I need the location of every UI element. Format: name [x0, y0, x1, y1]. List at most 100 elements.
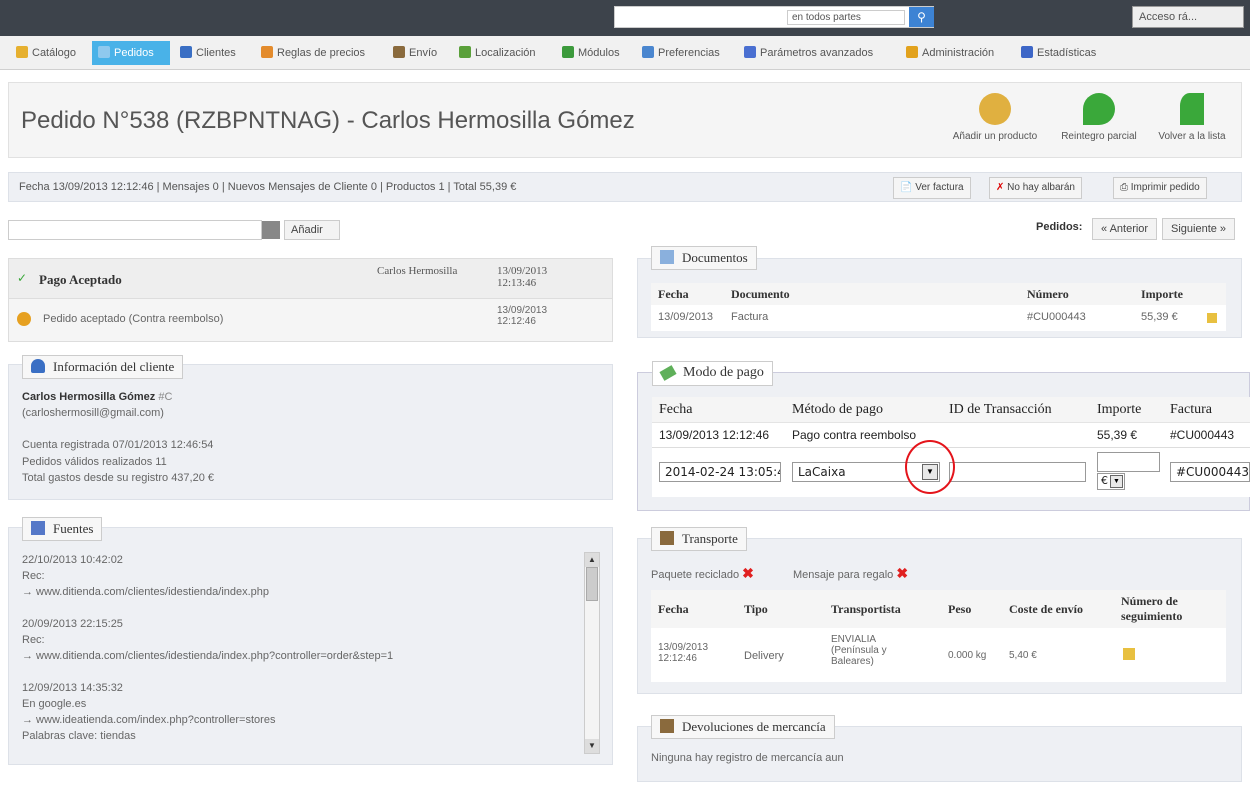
- col-method: Método de pago: [792, 402, 883, 417]
- scroll-thumb[interactable]: [586, 567, 598, 601]
- menu-item-orders[interactable]: Pedidos: [92, 41, 170, 65]
- currency-chevron-icon[interactable]: ▼: [1110, 475, 1123, 488]
- search-icon[interactable]: ⚲: [909, 7, 934, 27]
- status-current-employee: Carlos Hermosilla: [377, 265, 458, 277]
- add-product-button[interactable]: Añadir un producto: [945, 93, 1045, 142]
- source-date-3: 12/09/2013 14:35:32: [22, 682, 123, 694]
- transport-header: Fecha Tipo Transportista Peso Coste de e…: [651, 590, 1226, 628]
- payment-row: 13/09/2013 12:12:46 Pago contra reembols…: [652, 423, 1250, 447]
- orders-icon: [98, 46, 110, 58]
- payment-invoice-select[interactable]: #CU000443: [1170, 462, 1250, 482]
- customer-valid-orders: Pedidos válidos realizados 11: [22, 456, 167, 468]
- col-date: Fecha: [659, 402, 693, 417]
- truck-icon: [660, 531, 674, 545]
- source-link-3[interactable]: → www.ideatienda.com/index.php?controlle…: [22, 714, 275, 726]
- print-order-button[interactable]: ⎙ Imprimir pedido: [1113, 177, 1207, 199]
- shipping-icon: [393, 46, 405, 58]
- recycled-package: Paquete reciclado ✖: [651, 565, 754, 581]
- main-menu: Catálogo Pedidos Clientes Reglas de prec…: [0, 36, 1250, 70]
- sources-legend: Fuentes: [22, 517, 103, 541]
- administration-icon: [906, 46, 918, 58]
- payment-divider: [652, 447, 1250, 448]
- source-date-2: 20/09/2013 22:15:25: [22, 618, 123, 630]
- source-line-3a: En google.es: [22, 698, 87, 710]
- edit-tracking-icon[interactable]: [1123, 648, 1135, 660]
- menu-item-customers[interactable]: Clientes: [174, 41, 242, 65]
- order-accepted-icon: [17, 312, 31, 326]
- payment-amount: 55,39 €: [1097, 428, 1138, 442]
- scroll-down-icon[interactable]: ▼: [585, 739, 599, 753]
- search-input[interactable]: en todos partes ⚲: [614, 6, 934, 28]
- orders-nav-label: Pedidos:: [1036, 221, 1083, 233]
- partial-refund-button[interactable]: Reintegro parcial: [1049, 93, 1149, 142]
- menu-item-advanced-params[interactable]: Parámetros avanzados: [738, 41, 879, 65]
- customer-total-spent: Total gastos desde su registro 437,20 €: [22, 472, 215, 484]
- add-button[interactable]: Añadir: [284, 220, 340, 240]
- order-info-bar: Fecha 13/09/2013 12:12:46 | Mensajes 0 |…: [8, 172, 1242, 202]
- menu-item-catalog[interactable]: Catálogo: [10, 41, 82, 65]
- customer-name: Carlos Hermosilla Gómez: [22, 391, 156, 403]
- prev-order-button[interactable]: « Anterior: [1092, 218, 1158, 240]
- menu-item-modules[interactable]: Módulos: [556, 41, 626, 65]
- customers-icon: [180, 46, 192, 58]
- view-invoice-button[interactable]: 📄 Ver factura: [893, 177, 971, 199]
- documents-legend: Documentos: [651, 246, 757, 270]
- no-icon: ✖: [896, 565, 909, 581]
- transport-legend: Transporte: [651, 527, 747, 551]
- returns-icon: [660, 719, 674, 733]
- delivery-slip-button[interactable]: ✗ No hay albarán: [989, 177, 1082, 199]
- no-delivery-icon: ✗: [996, 182, 1008, 193]
- add-message-input[interactable]: [8, 220, 262, 240]
- source-line-2a: Rec:: [22, 634, 45, 646]
- source-link-1[interactable]: → www.ditienda.com/clientes/idestienda/i…: [22, 586, 269, 598]
- source-link-2[interactable]: → www.ditienda.com/clientes/idestienda/i…: [22, 650, 393, 662]
- annotation-circle: [905, 440, 955, 494]
- order-summary-text: Fecha 13/09/2013 12:12:46 | Mensajes 0 |…: [19, 181, 517, 193]
- menu-item-localization[interactable]: Localización: [453, 41, 542, 65]
- payment-header: Fecha Método de pago ID de Transacción I…: [652, 397, 1250, 423]
- payment-date-input[interactable]: 2014-02-24 13:05:43: [659, 462, 781, 482]
- quick-access-select[interactable]: Acceso rá...: [1132, 6, 1244, 28]
- back-to-list-icon: [1180, 93, 1204, 125]
- menu-item-price-rules[interactable]: Reglas de precios: [255, 41, 371, 65]
- payment-date: 13/09/2013 12:12:46: [659, 428, 770, 442]
- status-prev-date: 13/09/2013 12:12:46: [497, 305, 548, 327]
- documents-table: Fecha Documento Número Importe 13/09/201…: [651, 283, 1226, 331]
- gift-message: Mensaje para regalo ✖: [793, 565, 909, 581]
- customer-name-line: Carlos Hermosilla Gómez #C: [22, 391, 172, 403]
- print-icon: ⎙: [1120, 182, 1131, 193]
- source-date-1: 22/10/2013 10:42:02: [22, 554, 123, 566]
- preferences-icon: [642, 46, 654, 58]
- no-icon: ✖: [742, 565, 754, 581]
- payment-invoice: #CU000443: [1170, 428, 1235, 442]
- back-to-list-button[interactable]: Volver a la lista: [1143, 93, 1241, 142]
- status-current-label: Pago Aceptado: [39, 272, 122, 287]
- price-rules-icon: [261, 46, 273, 58]
- modules-icon: [562, 46, 574, 58]
- col-amount: Importe: [1097, 402, 1142, 417]
- page-title: Pedido N°538 (RZBPNTNAG) - Carlos Hermos…: [21, 107, 635, 134]
- transport-row: 13/09/2013 12:12:46 Delivery ENVIALIA (P…: [651, 630, 1226, 680]
- calculator-icon: [262, 221, 280, 239]
- menu-item-shipping[interactable]: Envío: [387, 41, 443, 65]
- menu-item-preferences[interactable]: Preferencias: [636, 41, 726, 65]
- search-scope-select[interactable]: en todos partes: [787, 10, 905, 25]
- check-icon: ✓: [17, 271, 28, 285]
- menu-item-administration[interactable]: Administración: [900, 41, 1000, 65]
- payment-amount-input[interactable]: [1097, 452, 1160, 472]
- next-order-button[interactable]: Siguiente »: [1162, 218, 1236, 240]
- status-row-current: ✓ Pago Aceptado Carlos Hermosilla 13/09/…: [9, 259, 612, 299]
- customer-id: #C: [158, 391, 173, 403]
- sources-scrollbar[interactable]: ▲ ▼: [584, 552, 600, 754]
- payment-legend: Modo de pago: [652, 361, 773, 386]
- scroll-up-icon[interactable]: ▲: [585, 553, 599, 567]
- status-current-date: 13/09/2013 12:13:46: [497, 265, 548, 289]
- order-status-history: ✓ Pago Aceptado Carlos Hermosilla 13/09/…: [8, 258, 613, 342]
- customer-icon: [31, 359, 45, 373]
- menu-item-stats[interactable]: Estadísticas: [1015, 41, 1102, 65]
- transaction-id-input[interactable]: [949, 462, 1086, 482]
- returns-legend: Devoluciones de mercancía: [651, 715, 835, 739]
- documents-icon: [660, 250, 674, 264]
- documents-row[interactable]: 13/09/2013 Factura #CU000443 55,39 €: [651, 309, 1226, 329]
- document-detail-icon[interactable]: [1207, 313, 1217, 323]
